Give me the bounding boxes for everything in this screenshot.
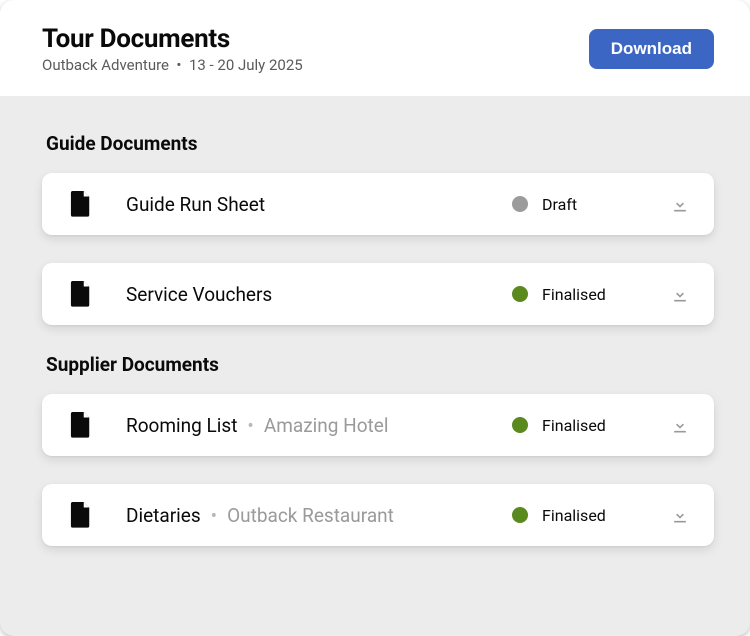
separator-dot: • [211, 506, 217, 525]
status-dot [512, 417, 528, 433]
header: Tour Documents Outback Adventure • 13 - … [0, 0, 750, 96]
status: Finalised [512, 285, 662, 304]
status-dot [512, 286, 528, 302]
tour-name: Outback Adventure [42, 56, 169, 74]
download-icon[interactable] [670, 194, 690, 214]
status-label: Finalised [542, 416, 606, 435]
document-supplier: Outback Restaurant [227, 504, 394, 527]
document-name: Rooming List [126, 414, 237, 437]
section-title-guide-documents: Guide Documents [46, 132, 714, 155]
page-subtitle: Outback Adventure • 13 - 20 July 2025 [42, 56, 303, 74]
download-icon[interactable] [670, 505, 690, 525]
document-name: Dietaries [126, 504, 201, 527]
status-dot [512, 196, 528, 212]
document-icon [70, 412, 92, 438]
tour-date-range: 13 - 20 July 2025 [189, 56, 303, 74]
document-name-wrap: Service Vouchers [126, 283, 512, 306]
status-label: Draft [542, 195, 577, 214]
document-row[interactable]: Dietaries • Outback Restaurant Finalised [42, 484, 714, 546]
separator-dot: • [247, 416, 253, 435]
download-icon[interactable] [670, 284, 690, 304]
document-icon [70, 502, 92, 528]
status-label: Finalised [542, 506, 606, 525]
document-row[interactable]: Guide Run Sheet Draft [42, 173, 714, 235]
document-icon [70, 281, 92, 307]
status: Finalised [512, 416, 662, 435]
document-name-wrap: Dietaries • Outback Restaurant [126, 504, 512, 527]
document-name: Service Vouchers [126, 283, 272, 306]
body: Guide Documents Guide Run Sheet Draft Se… [0, 96, 750, 598]
status: Draft [512, 195, 662, 214]
document-row[interactable]: Service Vouchers Finalised [42, 263, 714, 325]
status: Finalised [512, 506, 662, 525]
document-supplier: Amazing Hotel [264, 414, 389, 437]
download-icon[interactable] [670, 415, 690, 435]
page-title: Tour Documents [42, 24, 303, 54]
header-text: Tour Documents Outback Adventure • 13 - … [42, 24, 303, 74]
status-label: Finalised [542, 285, 606, 304]
download-all-button[interactable]: Download [589, 29, 714, 69]
document-name-wrap: Rooming List • Amazing Hotel [126, 414, 512, 437]
document-name: Guide Run Sheet [126, 193, 265, 216]
document-icon [70, 191, 92, 217]
document-name-wrap: Guide Run Sheet [126, 193, 512, 216]
tour-documents-card: Tour Documents Outback Adventure • 13 - … [0, 0, 750, 636]
status-dot [512, 507, 528, 523]
section-title-supplier-documents: Supplier Documents [46, 353, 714, 376]
document-row[interactable]: Rooming List • Amazing Hotel Finalised [42, 394, 714, 456]
